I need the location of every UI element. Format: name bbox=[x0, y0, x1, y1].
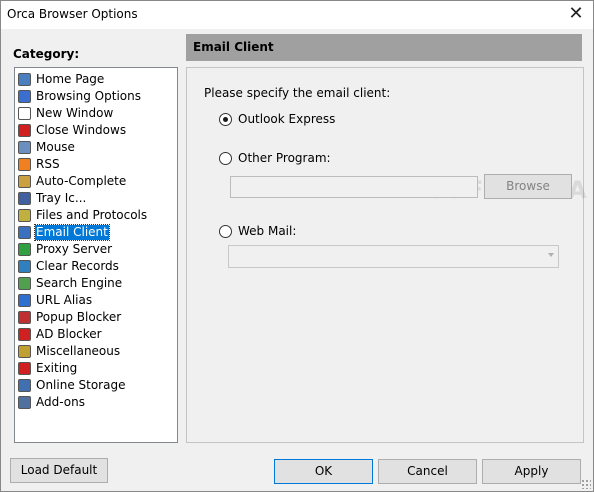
sidebar-item-label: URL Alias bbox=[36, 292, 93, 307]
sidebar-item[interactable]: Add-ons bbox=[18, 394, 86, 410]
sidebar-item-label: Miscellaneous bbox=[36, 343, 121, 358]
close-icon[interactable]: ✕ bbox=[565, 3, 587, 25]
home-icon bbox=[18, 72, 31, 86]
panel-title: Email Client bbox=[193, 40, 274, 54]
sidebar-item-label: Browsing Options bbox=[36, 88, 141, 103]
sidebar-item[interactable]: Mouse bbox=[18, 139, 76, 155]
sidebar-item[interactable]: AD Blocker bbox=[18, 326, 103, 342]
radio-web-mail[interactable]: Web Mail: bbox=[219, 224, 296, 238]
prompt-label: Please specify the email client: bbox=[204, 86, 391, 100]
tray-icon bbox=[18, 191, 31, 205]
category-heading: Category: bbox=[13, 47, 80, 61]
load-default-button[interactable]: Load Default bbox=[10, 458, 108, 483]
email-client-icon bbox=[18, 225, 31, 239]
category-list[interactable]: Home Page Browsing Options New Window Close… bbox=[14, 67, 178, 443]
sidebar-item[interactable]: URL Alias bbox=[18, 292, 93, 308]
sidebar-item[interactable]: Browsing Options bbox=[18, 88, 142, 104]
sidebar-item-label: Home Page bbox=[36, 71, 105, 86]
options-window: Orca Browser Options ✕ Category: Home Pa… bbox=[0, 0, 594, 492]
sidebar-item-label: Tray Ic... bbox=[36, 190, 87, 205]
add-ons-icon bbox=[18, 395, 31, 409]
radio-other-program[interactable]: Other Program: bbox=[219, 151, 331, 165]
rss-icon bbox=[18, 157, 31, 171]
sidebar-item-label: Popup Blocker bbox=[36, 309, 122, 324]
sidebar-item[interactable]: Search Engine bbox=[18, 275, 123, 291]
sidebar-item[interactable]: Proxy Server bbox=[18, 241, 113, 257]
url-alias-icon bbox=[18, 293, 31, 307]
sidebar-item-label: Add-ons bbox=[36, 394, 85, 409]
sidebar-item[interactable]: Popup Blocker bbox=[18, 309, 122, 325]
other-program-path-input[interactable] bbox=[230, 176, 478, 198]
web-mail-select[interactable] bbox=[228, 245, 559, 268]
sidebar-item-label: New Window bbox=[36, 105, 114, 120]
ad-blocker-icon bbox=[18, 327, 31, 341]
sidebar-item[interactable]: Tray Ic... bbox=[18, 190, 87, 206]
radio-web-mail-label: Web Mail: bbox=[238, 224, 297, 238]
sidebar-item[interactable]: Miscellaneous bbox=[18, 343, 121, 359]
new-window-icon bbox=[18, 106, 31, 120]
title-bar: Orca Browser Options ✕ bbox=[1, 1, 593, 29]
sidebar-item-label: Mouse bbox=[36, 139, 75, 154]
panel-header: Email Client bbox=[186, 34, 582, 61]
sidebar-item-label: Files and Protocols bbox=[36, 207, 148, 222]
exiting-icon bbox=[18, 361, 31, 375]
sidebar-item[interactable]: Online Storage bbox=[18, 377, 126, 393]
email-client-panel: Please specify the email client: Outlook… bbox=[186, 67, 587, 443]
mouse-icon bbox=[18, 140, 31, 154]
sidebar-item-label: Auto-Complete bbox=[36, 173, 127, 188]
sidebar-item[interactable]: RSS bbox=[18, 156, 61, 172]
online-storage-icon bbox=[18, 378, 31, 392]
sidebar-item[interactable]: Email Client bbox=[18, 223, 110, 241]
auto-complete-icon bbox=[18, 174, 31, 188]
sidebar-item-label: Online Storage bbox=[36, 377, 126, 392]
popup-blocker-icon bbox=[18, 310, 31, 324]
sidebar-item-label: AD Blocker bbox=[36, 326, 102, 341]
sidebar-item-label: Exiting bbox=[36, 360, 78, 375]
resize-grip-icon[interactable] bbox=[581, 479, 591, 489]
sidebar-item[interactable]: Files and Protocols bbox=[18, 207, 148, 223]
apply-button[interactable]: Apply bbox=[482, 459, 581, 484]
ok-button[interactable]: OK bbox=[274, 459, 373, 484]
proxy-server-icon bbox=[18, 242, 31, 256]
radio-outlook-express[interactable]: Outlook Express bbox=[219, 112, 335, 126]
miscellaneous-icon bbox=[18, 344, 31, 358]
radio-other-program-label: Other Program: bbox=[238, 151, 331, 165]
window-title: Orca Browser Options bbox=[7, 7, 138, 21]
sidebar-item[interactable]: Exiting bbox=[18, 360, 78, 376]
files-protocols-icon bbox=[18, 208, 31, 222]
sidebar-item[interactable]: New Window bbox=[18, 105, 114, 121]
radio-outlook-express-circle[interactable] bbox=[219, 112, 232, 126]
sidebar-item-label: Search Engine bbox=[36, 275, 123, 290]
radio-other-program-circle[interactable] bbox=[219, 151, 232, 165]
chevron-down-icon[interactable] bbox=[548, 253, 554, 257]
sidebar-item[interactable]: Clear Records bbox=[18, 258, 120, 274]
close-windows-icon bbox=[18, 123, 31, 137]
browse-button[interactable]: Browse bbox=[484, 174, 572, 199]
clear-records-icon bbox=[18, 259, 31, 273]
radio-web-mail-circle[interactable] bbox=[219, 224, 232, 238]
sidebar-item-label: Clear Records bbox=[36, 258, 119, 273]
sidebar-item[interactable]: Auto-Complete bbox=[18, 173, 127, 189]
browsing-options-icon bbox=[18, 89, 31, 103]
cancel-button[interactable]: Cancel bbox=[378, 459, 477, 484]
sidebar-item[interactable]: Home Page bbox=[18, 71, 105, 87]
sidebar-item-label: Proxy Server bbox=[36, 241, 113, 256]
radio-outlook-express-label: Outlook Express bbox=[238, 112, 336, 126]
search-engine-icon bbox=[18, 276, 31, 290]
sidebar-item-label: RSS bbox=[36, 156, 60, 171]
sidebar-item[interactable]: Close Windows bbox=[18, 122, 127, 138]
sidebar-item-label: Email Client bbox=[34, 223, 110, 241]
sidebar-item-label: Close Windows bbox=[36, 122, 127, 137]
